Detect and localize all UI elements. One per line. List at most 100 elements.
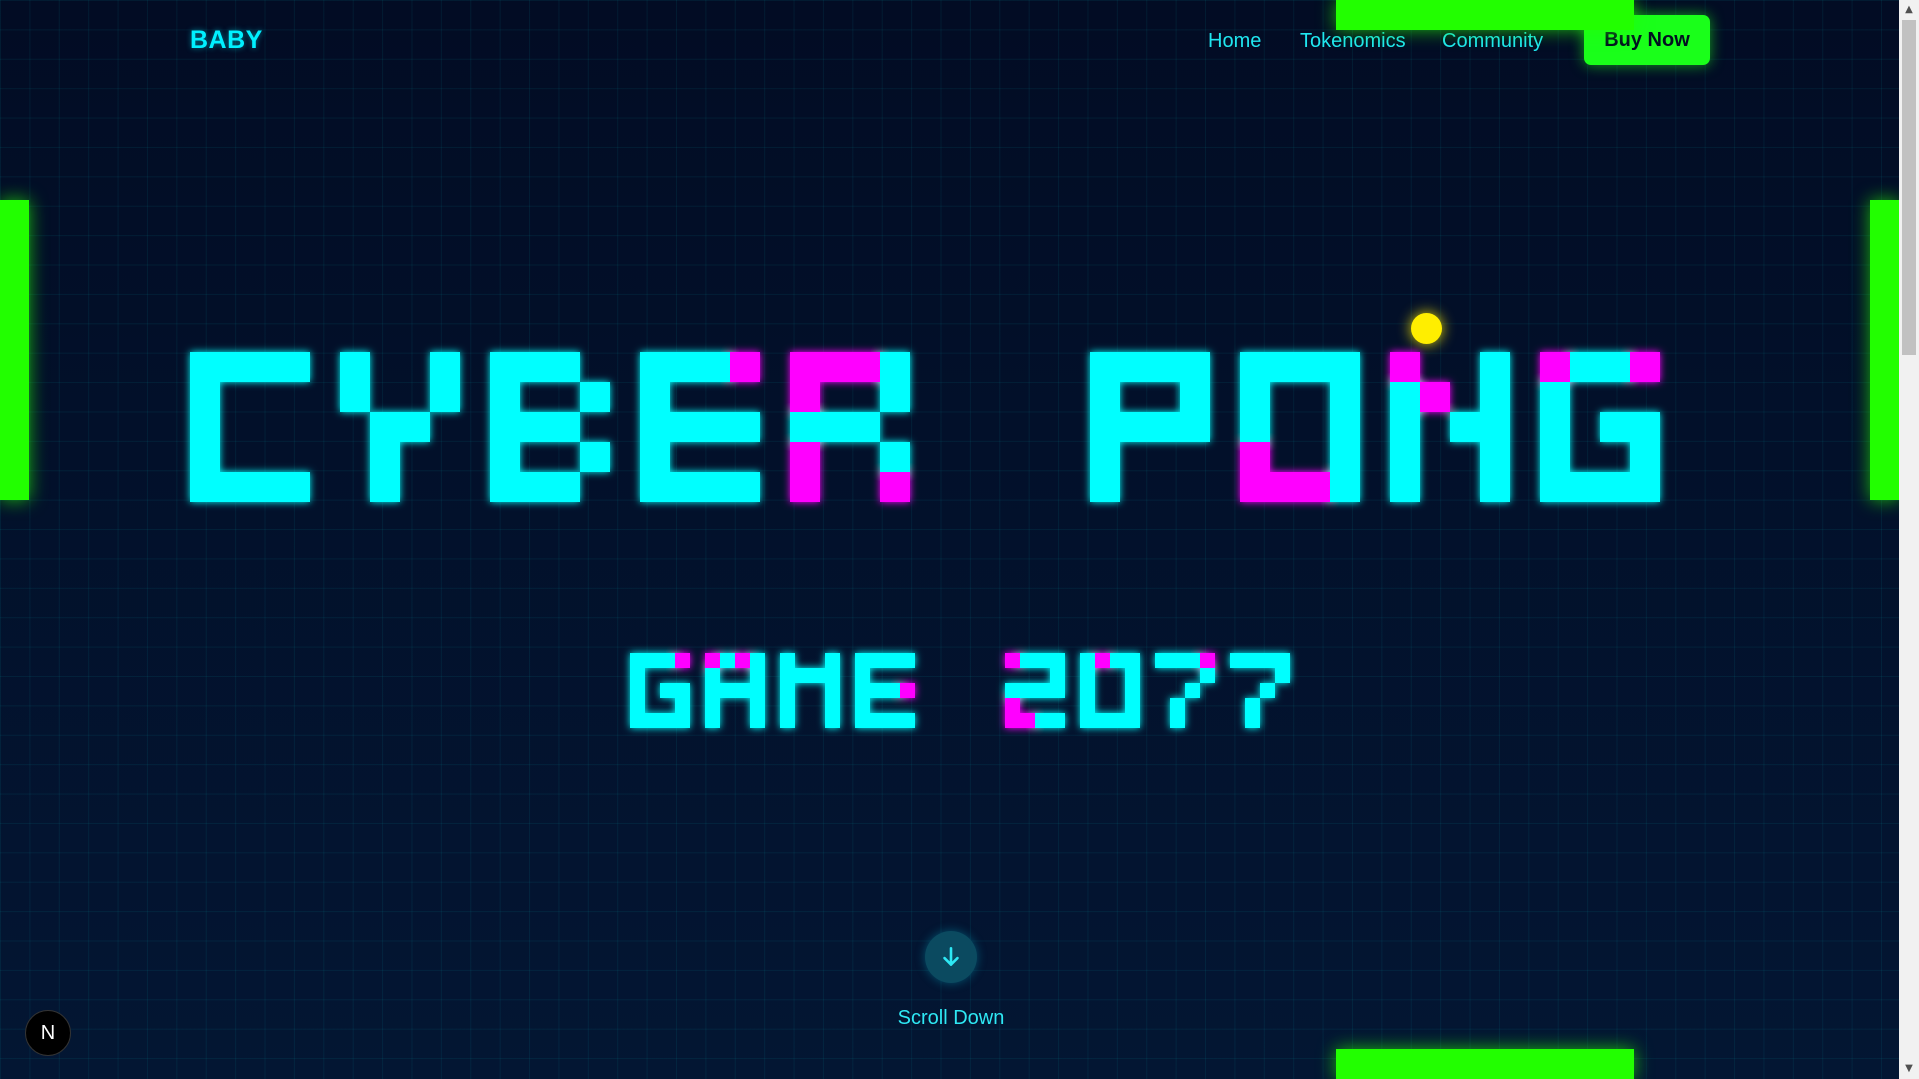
title-pixel <box>880 382 910 412</box>
title-pixel <box>1450 412 1480 442</box>
title-pixel <box>670 412 700 442</box>
title-pixel <box>1330 472 1360 502</box>
scroll-up-arrow-icon[interactable]: ▲ <box>1903 4 1915 16</box>
title-pixel <box>735 653 750 668</box>
title-pixel <box>550 352 580 382</box>
title-pixel <box>430 382 460 412</box>
title-pixel <box>1180 352 1210 382</box>
vertical-scrollbar[interactable]: ▲ ▼ <box>1899 0 1919 1079</box>
title-pixel <box>1050 713 1065 728</box>
title-pixel <box>1540 352 1570 382</box>
title-pixel <box>790 412 820 442</box>
title-pixel <box>1125 698 1140 713</box>
title-pixel <box>825 683 840 698</box>
title-pixel <box>1390 442 1420 472</box>
title-pixel <box>1420 382 1450 412</box>
title-pixel <box>1035 653 1050 668</box>
title-pixel <box>1095 653 1110 668</box>
hero-subtitle <box>630 653 1290 728</box>
scroll-down-button[interactable] <box>925 931 977 983</box>
scrollbar-thumb[interactable] <box>1902 20 1916 355</box>
title-pixel <box>630 698 645 713</box>
title-pixel <box>705 668 720 683</box>
scroll-indicator[interactable]: Scroll Down <box>896 931 1006 1030</box>
title-pixel <box>280 352 310 382</box>
title-pixel <box>1270 472 1300 502</box>
title-pixel <box>700 352 730 382</box>
title-pixel <box>640 472 670 502</box>
title-pixel <box>1390 382 1420 412</box>
title-pixel <box>1275 653 1290 668</box>
title-pixel <box>1300 352 1330 382</box>
title-pixel <box>640 382 670 412</box>
title-pixel <box>630 683 645 698</box>
title-pixel <box>850 412 880 442</box>
title-pixel <box>1600 472 1630 502</box>
title-pixel <box>520 412 550 442</box>
title-pixel <box>1090 472 1120 502</box>
title-pixel <box>1050 653 1065 668</box>
title-pixel <box>1330 352 1360 382</box>
title-pixel <box>1080 668 1095 683</box>
title-pixel <box>1330 412 1360 442</box>
title-pixel <box>250 352 280 382</box>
title-pixel <box>1600 352 1630 382</box>
title-pixel <box>490 472 520 502</box>
title-pixel <box>370 412 400 442</box>
title-pixel <box>780 683 795 698</box>
title-pixel <box>660 653 675 668</box>
title-pixel <box>825 653 840 668</box>
nextjs-icon[interactable]: N <box>25 1010 71 1056</box>
title-pixel <box>1630 352 1660 382</box>
title-pixel <box>1110 713 1125 728</box>
title-pixel <box>850 352 880 382</box>
title-pixel <box>790 472 820 502</box>
title-pixel <box>790 352 820 382</box>
title-pixel <box>1185 653 1200 668</box>
title-pixel <box>705 713 720 728</box>
title-pixel <box>1170 713 1185 728</box>
title-pixel <box>885 653 900 668</box>
title-pixel <box>705 653 720 668</box>
title-pixel <box>280 472 310 502</box>
title-pixel <box>720 653 735 668</box>
title-pixel <box>1125 683 1140 698</box>
title-pixel <box>720 683 735 698</box>
title-pixel <box>790 442 820 472</box>
title-pixel <box>1540 382 1570 412</box>
title-pixel <box>1630 412 1660 442</box>
title-pixel <box>660 713 675 728</box>
title-pixel <box>810 668 825 683</box>
title-pixel <box>750 683 765 698</box>
title-pixel <box>1005 713 1020 728</box>
title-pixel <box>1180 412 1210 442</box>
title-pixel <box>1155 653 1170 668</box>
title-pixel <box>250 472 280 502</box>
title-pixel <box>880 442 910 472</box>
title-pixel <box>1540 472 1570 502</box>
title-pixel <box>900 653 915 668</box>
title-pixel <box>855 668 870 683</box>
title-pixel <box>490 382 520 412</box>
title-pixel <box>1150 412 1180 442</box>
title-pixel <box>730 412 760 442</box>
title-pixel <box>705 698 720 713</box>
title-pixel <box>1240 412 1270 442</box>
scroll-down-arrow-icon[interactable]: ▼ <box>1903 1063 1915 1075</box>
title-pixel <box>885 683 900 698</box>
title-pixel <box>400 412 430 442</box>
title-pixel <box>855 698 870 713</box>
title-pixel <box>490 442 520 472</box>
title-pixel <box>1005 683 1020 698</box>
title-pixel <box>1005 698 1020 713</box>
title-pixel <box>1120 412 1150 442</box>
hero-title-pixels <box>190 352 1660 728</box>
title-pixel <box>640 412 670 442</box>
title-pixel <box>430 352 460 382</box>
title-pixel <box>1035 713 1050 728</box>
title-pixel <box>1020 653 1035 668</box>
title-pixel <box>190 472 220 502</box>
title-pixel <box>490 352 520 382</box>
title-pixel <box>675 698 690 713</box>
title-pixel <box>1240 352 1270 382</box>
